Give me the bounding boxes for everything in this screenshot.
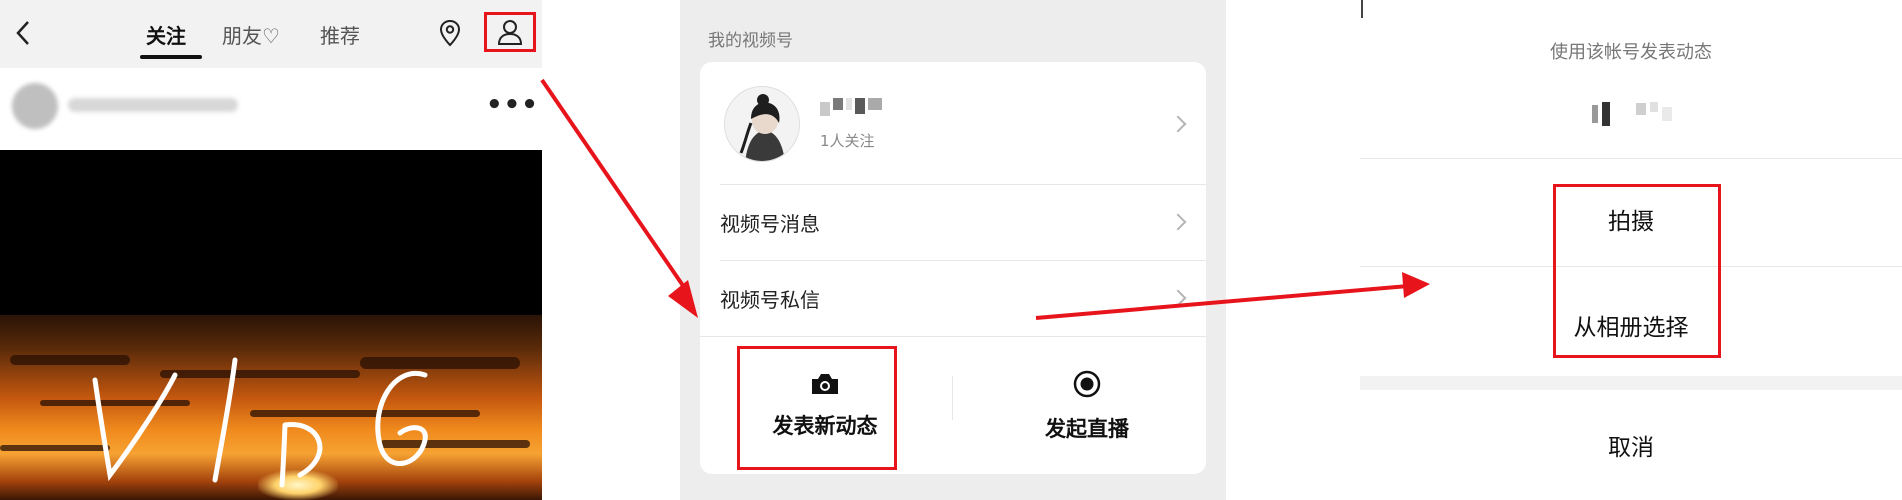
pixelated-channel-name: [820, 98, 882, 116]
video-player[interactable]: [0, 150, 542, 500]
cancel-button[interactable]: 取消: [1360, 428, 1902, 462]
sheet-caption: 使用该帐号发表动态: [1550, 42, 1712, 63]
divider: [720, 260, 1206, 261]
tab-recommended[interactable]: 推荐: [320, 20, 360, 49]
highlight-box: [1553, 184, 1721, 358]
back-icon[interactable]: [8, 18, 38, 48]
more-icon[interactable]: •••: [486, 90, 539, 120]
tab-following[interactable]: 关注: [146, 20, 186, 49]
feed-top-bar: 关注 朋友♡ 推荐: [0, 0, 542, 68]
active-tab-indicator: [140, 55, 202, 59]
vlog-handwriting: [92, 357, 428, 488]
channel-messages-item[interactable]: 视频号消息: [720, 208, 820, 237]
sheet-separator: [1360, 376, 1902, 390]
start-live-button[interactable]: 发起直播: [1007, 346, 1167, 466]
follower-count: 1人关注: [820, 132, 875, 150]
chevron-right-icon: [1169, 213, 1187, 231]
section-title: 我的视频号: [708, 31, 793, 51]
post-action-sheet: 使用该帐号发表动态 拍摄 从相册选择 取消: [1360, 0, 1902, 500]
person-icon[interactable]: [484, 12, 536, 52]
action-separator: [952, 376, 953, 420]
post-header: •••: [0, 68, 542, 150]
record-icon: [1073, 370, 1101, 398]
divider: [700, 336, 1206, 337]
divider: [1360, 158, 1902, 159]
feed-screen: 关注 朋友♡ 推荐 •••: [0, 0, 542, 500]
channel-private-messages-item[interactable]: 视频号私信: [720, 284, 820, 313]
location-icon[interactable]: [434, 17, 466, 49]
profile-avatar[interactable]: [724, 86, 800, 162]
divider: [720, 184, 1206, 185]
blurred-username: [68, 98, 238, 112]
highlight-box: [737, 346, 897, 470]
tab-friends[interactable]: 朋友♡: [222, 20, 280, 49]
pixelated-account-name: [1592, 102, 1672, 126]
chevron-right-icon: [1169, 115, 1187, 133]
start-live-label: 发起直播: [1045, 417, 1129, 441]
chevron-right-icon: [1169, 289, 1187, 307]
blurred-avatar[interactable]: [12, 83, 58, 129]
sheet-left-edge: [1361, 0, 1363, 18]
channel-screen: 我的视频号 1人关注 视频号消息 视频号私信 发表新动态 发起直播: [680, 0, 1226, 500]
